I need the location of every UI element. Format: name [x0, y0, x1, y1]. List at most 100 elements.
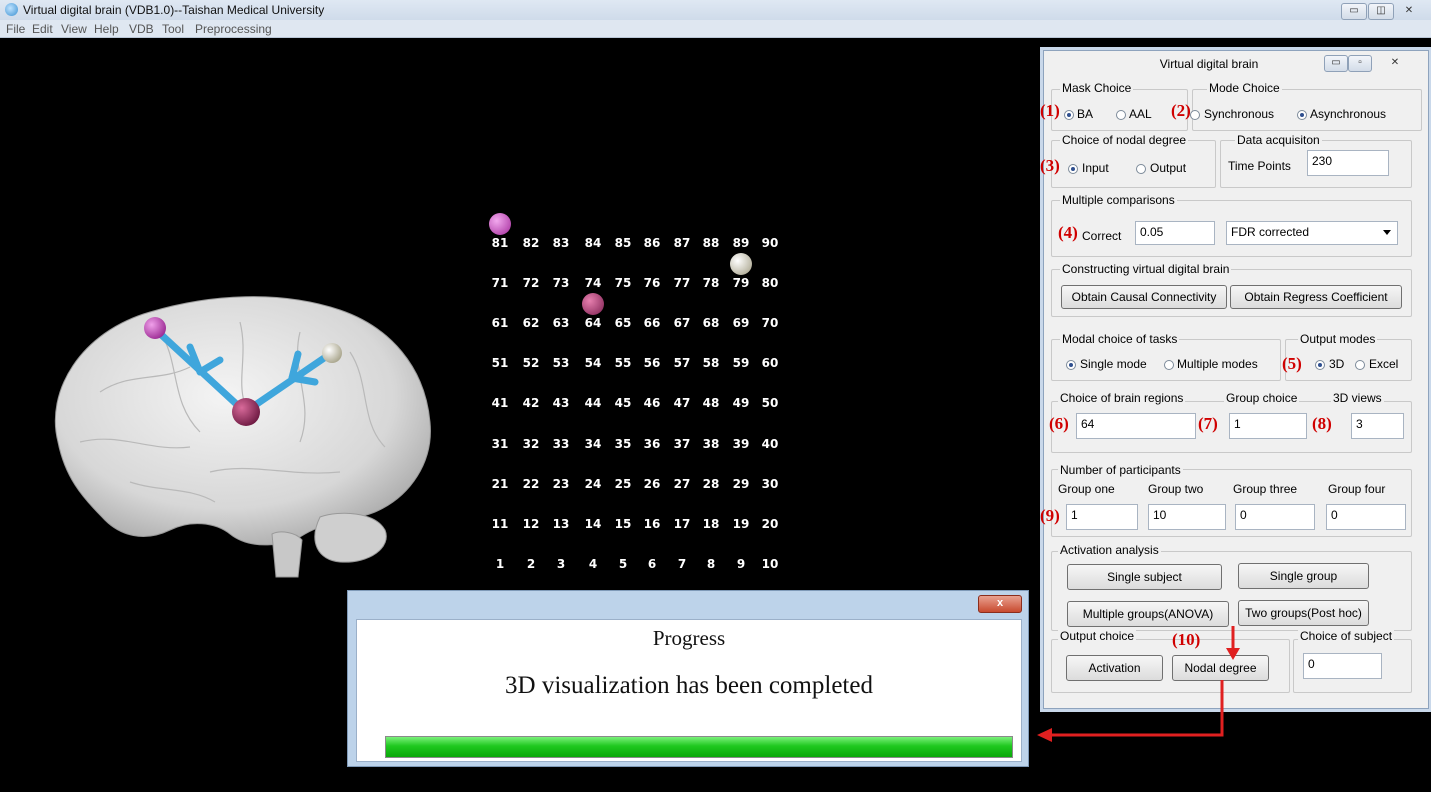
region-label[interactable]: 46 — [640, 396, 664, 410]
region-label[interactable]: 39 — [729, 437, 753, 451]
region-label[interactable]: 78 — [699, 276, 723, 290]
region-label[interactable]: 26 — [640, 477, 664, 491]
region-label[interactable]: 8 — [699, 557, 723, 571]
region-label[interactable]: 41 — [488, 396, 512, 410]
region-label[interactable]: 79 — [729, 276, 753, 290]
region-label[interactable]: 31 — [488, 437, 512, 451]
region-label[interactable]: 21 — [488, 477, 512, 491]
region-label[interactable]: 75 — [611, 276, 635, 290]
region-label[interactable]: 40 — [758, 437, 782, 451]
obtain-causal-connectivity-button[interactable]: Obtain Causal Connectivity — [1061, 285, 1227, 309]
region-label[interactable]: 50 — [758, 396, 782, 410]
region-label[interactable]: 88 — [699, 236, 723, 250]
brain-3d-view[interactable] — [40, 272, 435, 582]
menu-preprocessing[interactable]: Preprocessing — [195, 22, 272, 36]
region-label[interactable]: 47 — [670, 396, 694, 410]
radio-input[interactable] — [1068, 164, 1078, 174]
region-label[interactable]: 14 — [581, 517, 605, 531]
radio-asynchronous[interactable] — [1297, 110, 1307, 120]
region-label[interactable]: 29 — [729, 477, 753, 491]
region-label[interactable]: 9 — [729, 557, 753, 571]
minimize-icon[interactable]: ▭ — [1341, 3, 1367, 20]
region-label[interactable]: 1 — [488, 557, 512, 571]
close-icon[interactable]: ✕ — [1374, 55, 1416, 72]
region-label[interactable]: 90 — [758, 236, 782, 250]
radio-multiple-modes[interactable] — [1164, 360, 1174, 370]
region-label[interactable]: 58 — [699, 356, 723, 370]
menu-tool[interactable]: Tool — [162, 22, 184, 36]
close-icon[interactable]: ✕ — [1395, 3, 1423, 20]
region-label[interactable]: 55 — [611, 356, 635, 370]
menu-vdb[interactable]: VDB — [129, 22, 154, 36]
menu-file[interactable]: File — [6, 22, 25, 36]
maximize-icon[interactable]: ▫ — [1348, 55, 1372, 72]
brain-regions-input[interactable]: 64 — [1076, 413, 1196, 439]
anova-button[interactable]: Multiple groups(ANOVA) — [1067, 601, 1229, 627]
region-label[interactable]: 65 — [611, 316, 635, 330]
region-label[interactable]: 45 — [611, 396, 635, 410]
region-label[interactable]: 54 — [581, 356, 605, 370]
radio-excel[interactable] — [1355, 360, 1365, 370]
region-label[interactable]: 25 — [611, 477, 635, 491]
single-group-button[interactable]: Single group — [1238, 563, 1369, 589]
region-label[interactable]: 73 — [549, 276, 573, 290]
region-node-pink[interactable] — [144, 317, 166, 339]
obtain-regress-coefficient-button[interactable]: Obtain Regress Coefficient — [1230, 285, 1402, 309]
group-four-input[interactable]: 0 — [1326, 504, 1406, 530]
region-label[interactable]: 87 — [670, 236, 694, 250]
region-label[interactable]: 36 — [640, 437, 664, 451]
region-label[interactable]: 56 — [640, 356, 664, 370]
region-label[interactable]: 35 — [611, 437, 635, 451]
region-label[interactable]: 85 — [611, 236, 635, 250]
single-subject-button[interactable]: Single subject — [1067, 564, 1222, 590]
region-label[interactable]: 3 — [549, 557, 573, 571]
group-three-input[interactable]: 0 — [1235, 504, 1315, 530]
region-label[interactable]: 16 — [640, 517, 664, 531]
region-label[interactable]: 11 — [488, 517, 512, 531]
choice-subject-input[interactable]: 0 — [1303, 653, 1382, 679]
region-label[interactable]: 19 — [729, 517, 753, 531]
region-label[interactable]: 89 — [729, 236, 753, 250]
region-label[interactable]: 59 — [729, 356, 753, 370]
time-points-input[interactable]: 230 — [1307, 150, 1389, 176]
region-label[interactable]: 77 — [670, 276, 694, 290]
region-label[interactable]: 30 — [758, 477, 782, 491]
radio-aal[interactable] — [1116, 110, 1126, 120]
region-label[interactable]: 57 — [670, 356, 694, 370]
region-label[interactable]: 38 — [699, 437, 723, 451]
region-label[interactable]: 23 — [549, 477, 573, 491]
region-label[interactable]: 10 — [758, 557, 782, 571]
region-label[interactable]: 62 — [519, 316, 543, 330]
region-label[interactable]: 83 — [549, 236, 573, 250]
correction-method-select[interactable]: FDR corrected — [1226, 221, 1398, 245]
region-label[interactable]: 51 — [488, 356, 512, 370]
close-icon[interactable]: x — [978, 595, 1022, 613]
group-one-input[interactable]: 1 — [1066, 504, 1138, 530]
post-hoc-button[interactable]: Two groups(Post hoc) — [1238, 600, 1369, 626]
region-label[interactable]: 81 — [488, 236, 512, 250]
region-label[interactable]: 12 — [519, 517, 543, 531]
region-label[interactable]: 63 — [549, 316, 573, 330]
region-label[interactable]: 32 — [519, 437, 543, 451]
group-choice-input[interactable]: 1 — [1229, 413, 1307, 439]
radio-3d[interactable] — [1315, 360, 1325, 370]
region-label[interactable]: 53 — [549, 356, 573, 370]
menu-view[interactable]: View — [61, 22, 87, 36]
region-label[interactable]: 28 — [699, 477, 723, 491]
region-marker-79[interactable] — [730, 253, 752, 276]
region-label[interactable]: 17 — [670, 517, 694, 531]
region-node-maroon[interactable] — [232, 398, 260, 426]
region-label[interactable]: 33 — [549, 437, 573, 451]
region-label[interactable]: 69 — [729, 316, 753, 330]
region-label[interactable]: 13 — [549, 517, 573, 531]
region-label[interactable]: 72 — [519, 276, 543, 290]
region-label[interactable]: 2 — [519, 557, 543, 571]
region-label[interactable]: 18 — [699, 517, 723, 531]
radio-synchronous[interactable] — [1190, 110, 1200, 120]
minimize-icon[interactable]: ▭ — [1324, 55, 1348, 72]
menu-edit[interactable]: Edit — [32, 22, 53, 36]
region-label[interactable]: 24 — [581, 477, 605, 491]
region-label[interactable]: 49 — [729, 396, 753, 410]
region-label[interactable]: 5 — [611, 557, 635, 571]
region-label[interactable]: 52 — [519, 356, 543, 370]
